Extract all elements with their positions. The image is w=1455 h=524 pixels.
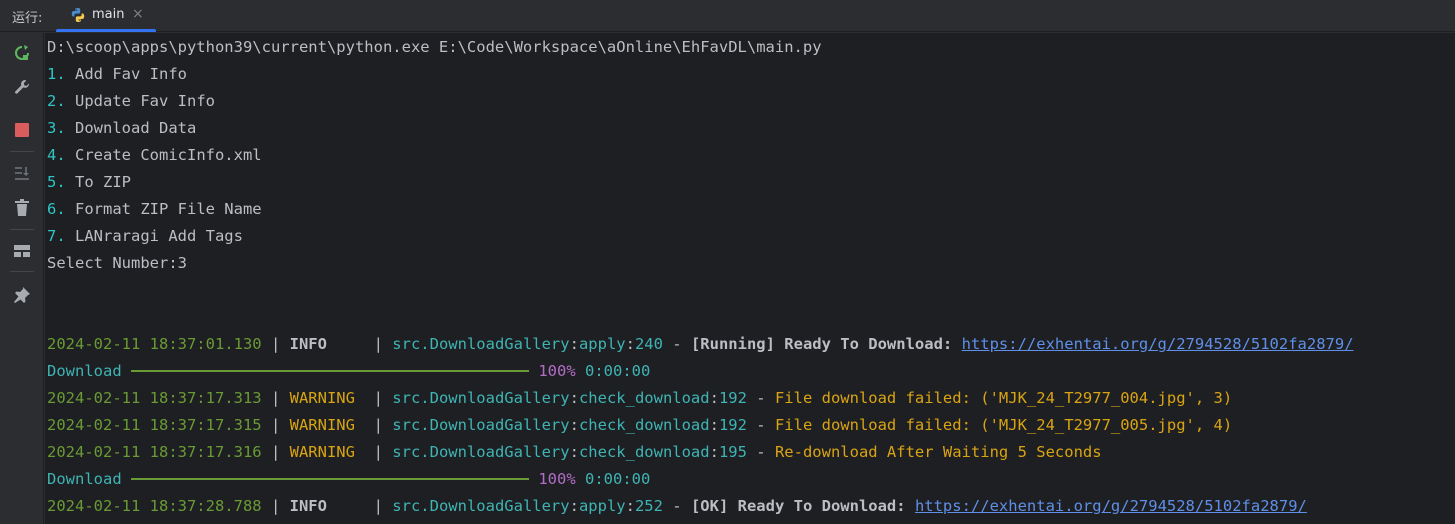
menu-number: 4. <box>47 146 66 164</box>
log-lineno: 240 <box>634 335 663 353</box>
menu-number: 2. <box>47 92 66 110</box>
menu-number: 3. <box>47 119 66 137</box>
log-message: Re-download After Waiting 5 Seconds <box>774 443 1102 461</box>
log-line: 2024-02-11 18:37:17.316 | WARNING | src.… <box>47 443 1102 461</box>
log-function: apply <box>578 335 626 353</box>
wrench-icon[interactable] <box>10 75 34 99</box>
download-link[interactable]: https://exhentai.org/g/2794528/5102fa287… <box>962 335 1354 353</box>
menu-number: 7. <box>47 227 66 245</box>
log-lineno: 192 <box>718 416 747 434</box>
menu-text: Create ComicInfo.xml <box>65 146 262 164</box>
log-timestamp: 2024-02-11 18:37:17.313 <box>47 389 262 407</box>
tab-label: main <box>92 7 125 22</box>
progress-label: Download <box>47 362 122 380</box>
run-tool-window-header: 运行: main × <box>0 0 1455 32</box>
log-message: File download failed: ('MJK_24_T2977_005… <box>774 416 1233 434</box>
progress-bar <box>131 369 529 372</box>
progress-time: 0:00:00 <box>585 362 651 380</box>
menu-option: 5. To ZIP <box>47 169 131 196</box>
progress-time: 0:00:00 <box>585 470 651 488</box>
log-timestamp: 2024-02-11 18:37:28.788 <box>47 497 262 515</box>
pin-icon[interactable] <box>10 283 34 307</box>
log-timestamp: 2024-02-11 18:37:17.315 <box>47 416 262 434</box>
menu-option: 4. Create ComicInfo.xml <box>47 142 262 169</box>
log-module: src.DownloadGallery <box>392 416 570 434</box>
menu-text: Add Fav Info <box>65 65 187 83</box>
log-level: INFO <box>289 497 365 515</box>
toolbar-separator <box>10 151 34 152</box>
tab-main[interactable]: main × <box>56 0 156 32</box>
log-module: src.DownloadGallery <box>392 443 570 461</box>
log-module: src.DownloadGallery <box>392 335 570 353</box>
menu-text: To ZIP <box>65 173 131 191</box>
log-module: src.DownloadGallery <box>392 389 570 407</box>
log-timestamp: 2024-02-11 18:37:01.130 <box>47 335 262 353</box>
menu-option: 2. Update Fav Info <box>47 88 215 115</box>
log-message: [Running] Ready To Download: <box>690 335 962 353</box>
toolbar-separator <box>10 229 34 230</box>
progress-percent: 100% <box>538 362 576 380</box>
menu-text: Update Fav Info <box>65 92 215 110</box>
active-tab-indicator <box>56 29 156 32</box>
scroll-to-end-icon[interactable] <box>10 161 34 185</box>
log-timestamp: 2024-02-11 18:37:17.316 <box>47 443 262 461</box>
download-link[interactable]: https://exhentai.org/g/2794528/5102fa287… <box>915 497 1307 515</box>
log-function: check_download <box>578 443 710 461</box>
log-line: 2024-02-11 18:37:17.313 | WARNING | src.… <box>47 389 1233 407</box>
menu-number: 1. <box>47 65 66 83</box>
toolbar-separator <box>10 271 34 272</box>
log-function: apply <box>578 497 626 515</box>
log-message: File download failed: ('MJK_24_T2977_004… <box>774 389 1233 407</box>
log-level: INFO <box>289 335 365 353</box>
menu-option: 3. Download Data <box>47 115 196 142</box>
log-message: [OK] Ready To Download: <box>690 497 915 515</box>
log-level: WARNING <box>289 389 365 407</box>
menu-text: Format ZIP File Name <box>65 200 262 218</box>
menu-number: 5. <box>47 173 66 191</box>
menu-text: LANraragi Add Tags <box>65 227 243 245</box>
log-function: check_download <box>578 389 710 407</box>
log-line: 2024-02-11 18:37:17.315 | WARNING | src.… <box>47 416 1233 434</box>
menu-option: 1. Add Fav Info <box>47 61 187 88</box>
menu-option: 6. Format ZIP File Name <box>47 196 262 223</box>
log-level: WARNING <box>289 443 365 461</box>
progress-line: Download 100% 0:00:00 <box>47 466 650 493</box>
log-function: check_download <box>578 416 710 434</box>
progress-label: Download <box>47 470 122 488</box>
log-level: WARNING <box>289 416 365 434</box>
progress-bar <box>131 477 529 480</box>
log-module: src.DownloadGallery <box>392 497 570 515</box>
menu-number: 6. <box>47 200 66 218</box>
trash-icon[interactable] <box>10 196 34 220</box>
close-icon[interactable]: × <box>132 6 144 22</box>
log-line: 2024-02-11 18:37:28.788 | INFO | src.Dow… <box>47 497 1307 515</box>
menu-text: Download Data <box>65 119 197 137</box>
python-icon <box>71 8 85 22</box>
log-lineno: 195 <box>718 443 747 461</box>
run-label: 运行: <box>12 11 43 26</box>
progress-percent: 100% <box>538 470 576 488</box>
rerun-icon[interactable] <box>10 41 34 65</box>
log-lineno: 252 <box>634 497 663 515</box>
layout-icon[interactable] <box>10 239 34 263</box>
select-prompt: Select Number:3 <box>47 254 187 272</box>
run-toolbar <box>0 33 44 524</box>
stop-icon[interactable] <box>10 118 34 142</box>
log-lineno: 192 <box>718 389 747 407</box>
progress-line: Download 100% 0:00:00 <box>47 358 650 385</box>
console-output[interactable]: D:\scoop\apps\python39\current\python.ex… <box>45 33 1455 524</box>
command-line: D:\scoop\apps\python39\current\python.ex… <box>47 38 822 56</box>
log-line: 2024-02-11 18:37:01.130 | INFO | src.Dow… <box>47 335 1354 353</box>
menu-option: 7. LANraragi Add Tags <box>47 223 243 250</box>
